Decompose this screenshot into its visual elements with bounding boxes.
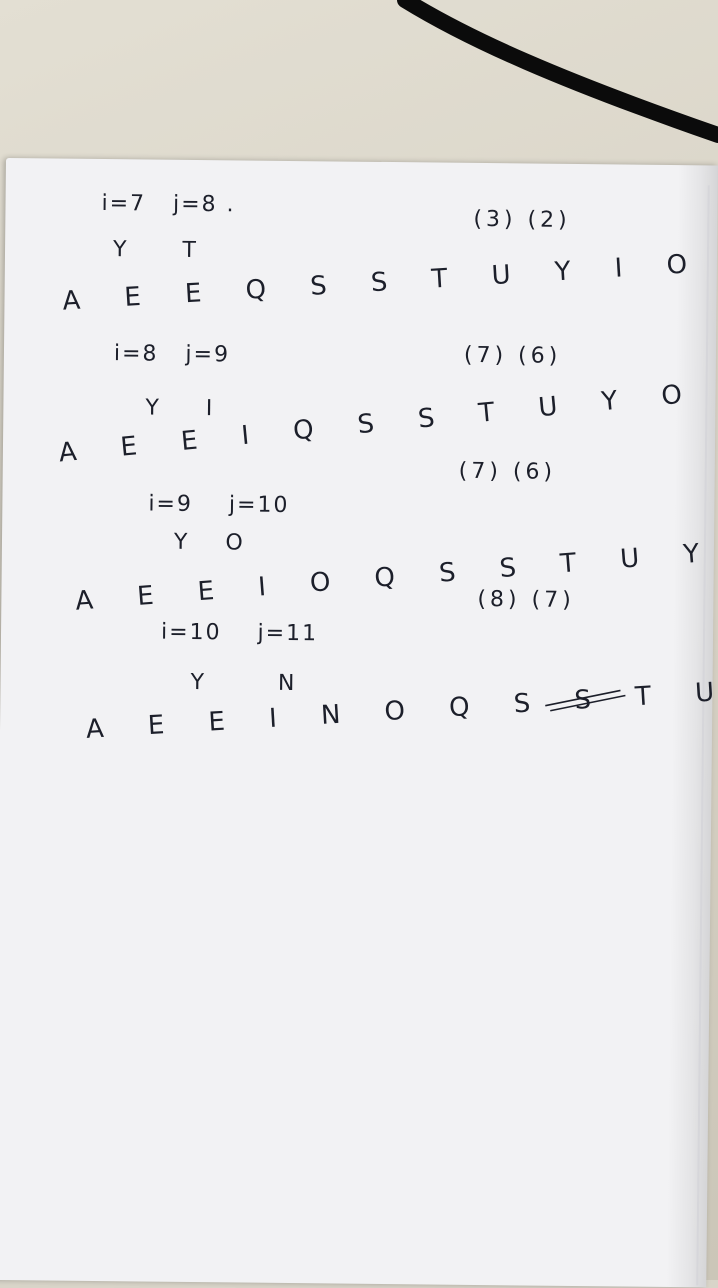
block2-counts: (7) (6) xyxy=(463,342,562,369)
block4-y-n: Y N xyxy=(190,669,297,697)
block3-sequence: A E E I O Q S S T U Y N xyxy=(74,532,718,617)
black-cable xyxy=(397,0,718,143)
block2-indices: i=8 j=9 xyxy=(113,341,231,368)
block1-counts: (3) (2) xyxy=(473,206,571,233)
block4-counts: (8) (7) xyxy=(477,586,575,613)
block2-y-i: Y I xyxy=(145,395,215,422)
notebook-page: i=7 j=8 . (3) (2) Y T A E E Q S S T U Y … xyxy=(0,158,718,1288)
block3-indices: i=9 j=10 xyxy=(148,491,290,518)
block1-y-t: Y T xyxy=(112,237,199,264)
double-underline xyxy=(545,689,626,712)
block4-indices: i=10 j=11 xyxy=(160,619,319,647)
block3-counts: (7) (6) xyxy=(458,458,557,485)
block1-indices: i=7 j=8 . xyxy=(101,191,236,218)
block3-y-o: Y O xyxy=(173,529,245,556)
